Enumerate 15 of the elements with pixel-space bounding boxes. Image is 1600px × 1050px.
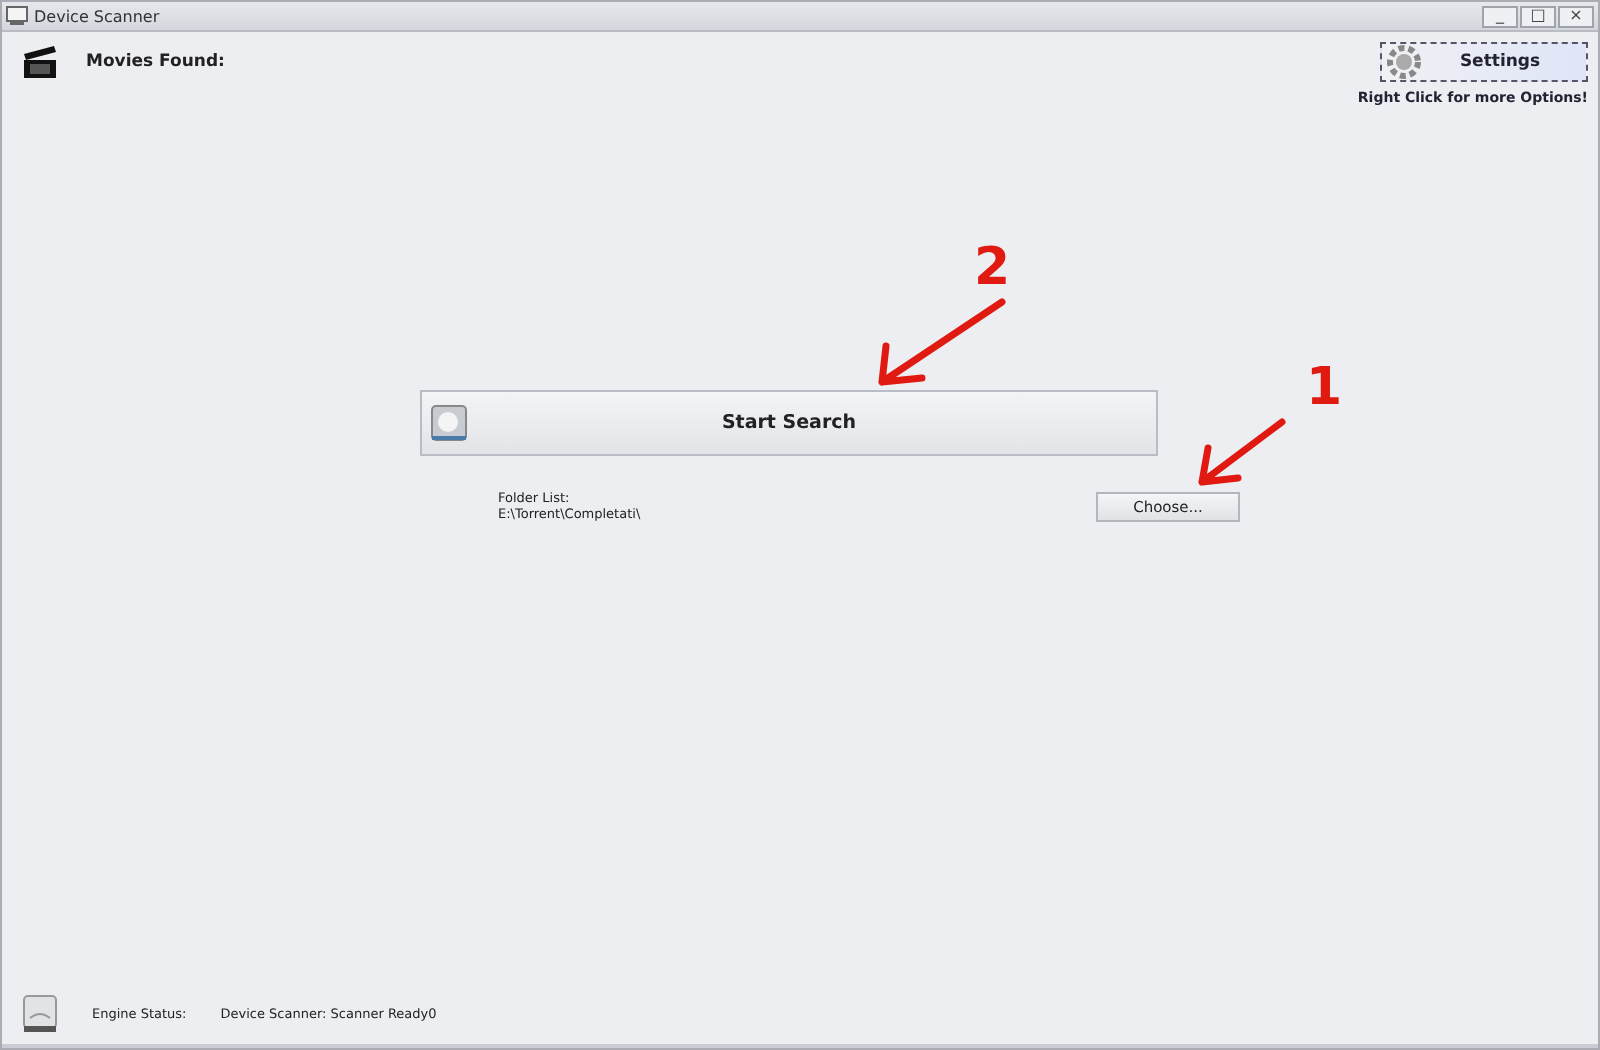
clapperboard-icon (22, 44, 58, 80)
settings-button[interactable]: Settings (1380, 42, 1588, 82)
start-search-button[interactable]: Start Search (420, 390, 1158, 456)
annotation-number: 1 (1306, 362, 1343, 414)
annotation-arrow (878, 298, 1006, 386)
movies-found-label: Movies Found: (86, 52, 227, 72)
minimize-button[interactable]: _ (1482, 5, 1518, 27)
disk-search-icon (430, 403, 470, 443)
annotation-arrow (1198, 418, 1286, 486)
window-title: Device Scanner (34, 7, 162, 25)
close-button[interactable]: × (1558, 5, 1594, 27)
maximize-button[interactable]: □ (1520, 5, 1556, 27)
gear-icon (1386, 44, 1422, 80)
app-icon (6, 6, 28, 26)
annotation-number: 2 (974, 242, 1011, 294)
